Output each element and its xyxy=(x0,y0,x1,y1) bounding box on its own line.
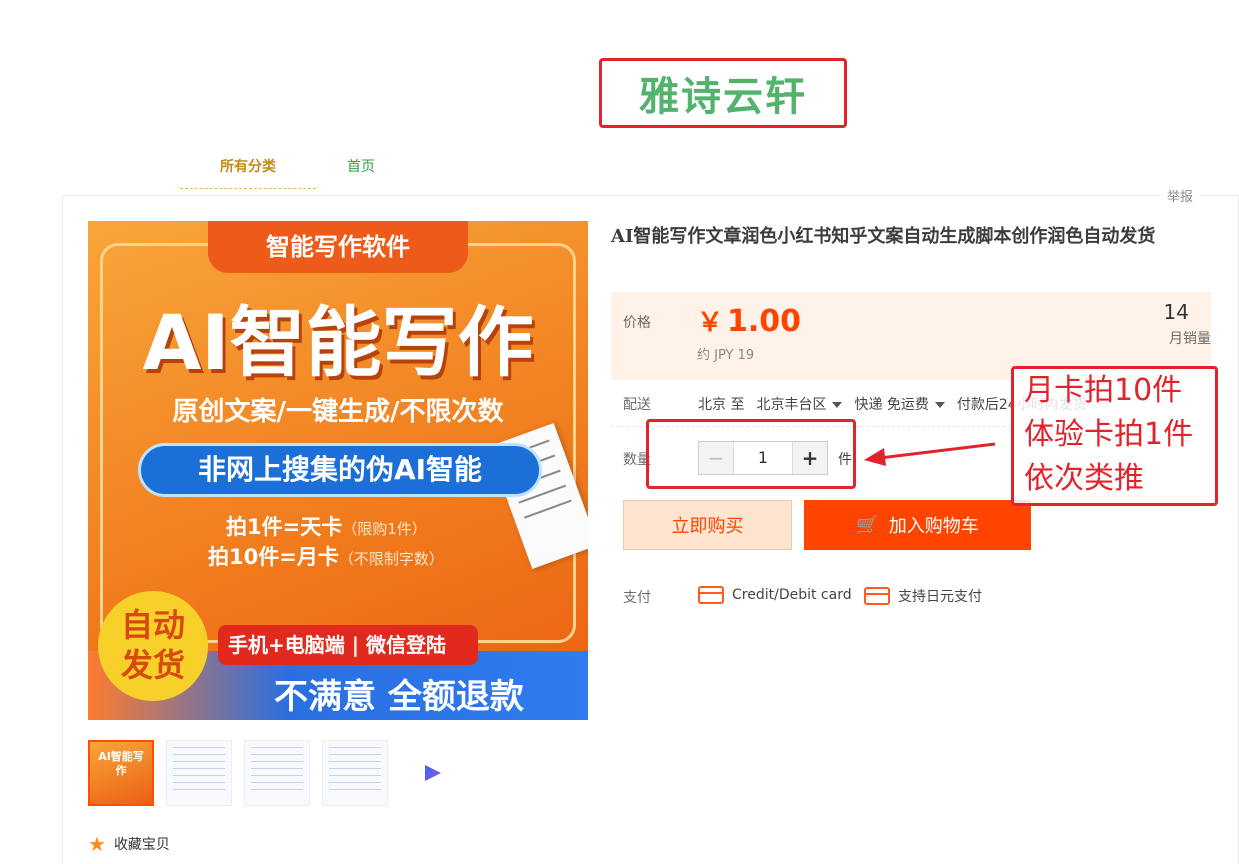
currency-symbol: ￥ xyxy=(697,308,724,338)
play-icon xyxy=(425,765,441,781)
thumbnail-1[interactable]: AI智能写作 xyxy=(88,740,154,806)
main-product-image[interactable]: 智能写作软件 AI智能写作 原创文案/一键生成/不限次数 非网上搜集的伪AI智能… xyxy=(88,221,588,720)
line1-note: （限购1件） xyxy=(342,520,427,538)
payment-label: 支付 xyxy=(623,590,651,606)
thumbnail-strip: AI智能写作 xyxy=(88,740,466,806)
thumbnail-1-text: AI智能写作 xyxy=(98,750,144,777)
nav-all-categories[interactable]: 所有分类 xyxy=(180,150,316,189)
image-device-bar: 手机+电脑端 | 微信登陆 xyxy=(218,625,478,665)
image-top-banner: 智能写作软件 xyxy=(208,221,468,273)
annotation-line-3: 依次类推 xyxy=(1024,461,1144,496)
store-logo[interactable]: 雅诗云轩 xyxy=(599,58,847,128)
cart-icon: 🛒 xyxy=(856,514,879,536)
annotation-note: 月卡拍10件 体验卡拍1件 依次类推 xyxy=(1011,366,1218,506)
favorite-label: 收藏宝贝 xyxy=(113,837,170,853)
chevron-down-icon xyxy=(832,402,843,408)
annotation-arrow xyxy=(864,442,996,466)
thumbnail-4[interactable] xyxy=(322,740,388,806)
line1-text: 拍1件=天卡 xyxy=(226,515,343,539)
ship-from: 北京 至 xyxy=(698,397,745,413)
line2-note: （不限制字数） xyxy=(338,550,444,568)
credit-card-icon xyxy=(864,587,890,605)
nav-home[interactable]: 首页 xyxy=(316,150,406,189)
image-line-day-card: 拍1件=天卡（限购1件） xyxy=(226,511,427,541)
star-icon: ★ xyxy=(88,832,106,856)
payment-option-label: Credit/Debit card xyxy=(732,587,852,603)
image-refund-text: 不满意 全额退款 xyxy=(274,677,524,717)
price-amount: 1.00 xyxy=(727,304,802,339)
payment-option-jpy: 支持日元支付 xyxy=(864,586,982,606)
price-approx: 约 JPY 19 xyxy=(697,348,755,363)
auto-delivery-badge: 自动 发货 xyxy=(98,591,208,701)
favorite-button[interactable]: ★ 收藏宝贝 xyxy=(88,832,170,856)
monthly-sales-count: 14 xyxy=(1163,300,1189,324)
product-title: AI智能写作文章润色小红书知乎文案自动生成脚本创作润色自动发货 xyxy=(611,226,1156,247)
image-line-month-card: 拍10件=月卡（不限制字数） xyxy=(208,541,444,571)
chevron-down-icon xyxy=(934,402,945,408)
payment-option-card: Credit/Debit card xyxy=(698,586,852,604)
annotation-highlight-box xyxy=(646,419,856,489)
price-value: ￥ 1.00 xyxy=(697,302,801,339)
report-link[interactable]: 举报 xyxy=(1160,186,1199,205)
thumbnail-3[interactable] xyxy=(244,740,310,806)
badge-line2: 发货 xyxy=(120,646,185,684)
ship-to-select[interactable]: 北京丰台区 xyxy=(756,394,843,414)
shipping-label: 配送 xyxy=(623,397,651,413)
annotation-line-1: 月卡拍10件 xyxy=(1024,373,1183,408)
credit-card-icon xyxy=(698,586,724,604)
payment-option-label: 支持日元支付 xyxy=(898,589,982,605)
thumbnail-5-video[interactable] xyxy=(400,740,466,806)
store-nav: 所有分类 首页 xyxy=(180,150,406,189)
store-logo-text: 雅诗云轩 xyxy=(639,74,807,120)
image-subtitle: 原创文案/一键生成/不限次数 xyxy=(172,397,504,427)
annotation-line-2: 体验卡拍1件 xyxy=(1024,417,1194,452)
image-headline: AI智能写作 xyxy=(142,298,534,387)
add-to-cart-label: 加入购物车 xyxy=(888,516,979,537)
ship-method-select[interactable]: 快递 免运费 xyxy=(854,394,945,414)
thumbnail-2[interactable] xyxy=(166,740,232,806)
badge-line1: 自动 xyxy=(120,606,185,644)
image-pill: 非网上搜集的伪AI智能 xyxy=(138,443,542,497)
add-to-cart-button[interactable]: 🛒 加入购物车 xyxy=(804,500,1031,550)
price-label: 价格 xyxy=(623,315,651,331)
buy-now-button[interactable]: 立即购买 xyxy=(623,500,792,550)
line2-text: 拍10件=月卡 xyxy=(208,545,339,569)
